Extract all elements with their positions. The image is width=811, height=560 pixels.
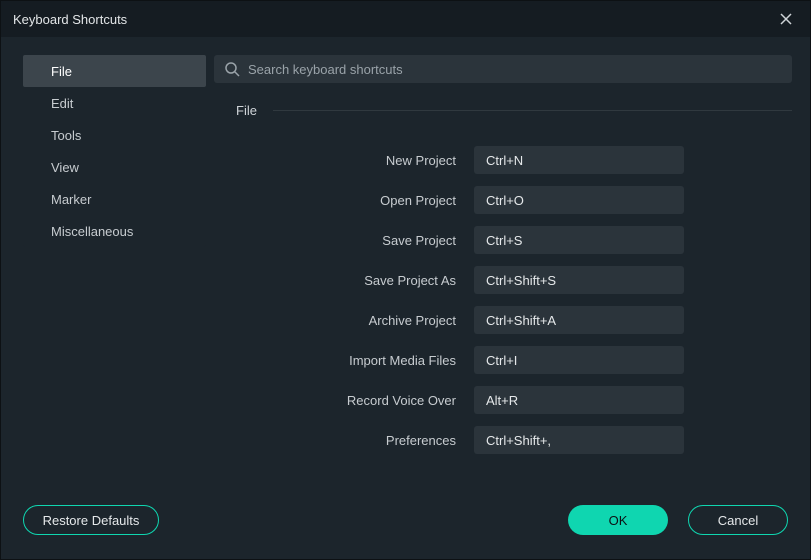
- shortcut-label: Preferences: [214, 433, 474, 448]
- sidebar-item-label: Miscellaneous: [51, 224, 133, 239]
- search-icon: [224, 61, 240, 77]
- section-divider: [273, 110, 792, 111]
- sidebar-item-edit[interactable]: Edit: [23, 87, 206, 119]
- sidebar-item-label: View: [51, 160, 79, 175]
- shortcut-value: Ctrl+Shift+,: [486, 433, 551, 448]
- category-sidebar: File Edit Tools View Marker Miscellaneous: [1, 55, 206, 489]
- sidebar-item-marker[interactable]: Marker: [23, 183, 206, 215]
- shortcut-label: Open Project: [214, 193, 474, 208]
- shortcut-row: New Project Ctrl+N: [214, 146, 792, 174]
- shortcut-input[interactable]: Alt+R: [474, 386, 684, 414]
- shortcut-label: Save Project As: [214, 273, 474, 288]
- shortcut-rows: New Project Ctrl+N Open Project Ctrl+O Save …: [214, 146, 792, 454]
- shortcut-label: Archive Project: [214, 313, 474, 328]
- dialog-title: Keyboard Shortcuts: [13, 12, 127, 27]
- shortcut-value: Alt+R: [486, 393, 518, 408]
- shortcut-row: Save Project Ctrl+S: [214, 226, 792, 254]
- main-panel: File New Project Ctrl+N Open Project Ctrl+O…: [206, 55, 810, 489]
- restore-defaults-label: Restore Defaults: [43, 513, 140, 528]
- close-icon: [780, 13, 792, 25]
- shortcut-row: Preferences Ctrl+Shift+,: [214, 426, 792, 454]
- shortcut-input[interactable]: Ctrl+Shift+A: [474, 306, 684, 334]
- shortcut-label: Save Project: [214, 233, 474, 248]
- shortcut-input[interactable]: Ctrl+O: [474, 186, 684, 214]
- shortcut-label: Import Media Files: [214, 353, 474, 368]
- section-header: File: [214, 103, 792, 118]
- shortcut-row: Archive Project Ctrl+Shift+A: [214, 306, 792, 334]
- sidebar-item-miscellaneous[interactable]: Miscellaneous: [23, 215, 206, 247]
- shortcut-input[interactable]: Ctrl+S: [474, 226, 684, 254]
- category-list: File Edit Tools View Marker Miscellaneous: [23, 55, 206, 247]
- sidebar-item-label: File: [51, 64, 72, 79]
- search-bar[interactable]: [214, 55, 792, 83]
- cancel-button[interactable]: Cancel: [688, 505, 788, 535]
- shortcut-row: Save Project As Ctrl+Shift+S: [214, 266, 792, 294]
- shortcut-row: Open Project Ctrl+O: [214, 186, 792, 214]
- restore-defaults-button[interactable]: Restore Defaults: [23, 505, 159, 535]
- shortcut-value: Ctrl+Shift+A: [486, 313, 556, 328]
- shortcut-value: Ctrl+O: [486, 193, 524, 208]
- ok-button[interactable]: OK: [568, 505, 668, 535]
- sidebar-item-tools[interactable]: Tools: [23, 119, 206, 151]
- keyboard-shortcuts-dialog: Keyboard Shortcuts File Edit Tools View Mark…: [0, 0, 811, 560]
- sidebar-item-file[interactable]: File: [23, 55, 206, 87]
- shortcut-value: Ctrl+S: [486, 233, 522, 248]
- shortcut-input[interactable]: Ctrl+Shift+,: [474, 426, 684, 454]
- sidebar-item-view[interactable]: View: [23, 151, 206, 183]
- dialog-body: File Edit Tools View Marker Miscellaneous Fil…: [1, 37, 810, 489]
- shortcut-input[interactable]: Ctrl+Shift+S: [474, 266, 684, 294]
- shortcut-value: Ctrl+I: [486, 353, 517, 368]
- cancel-label: Cancel: [718, 513, 758, 528]
- shortcut-input[interactable]: Ctrl+I: [474, 346, 684, 374]
- sidebar-item-label: Edit: [51, 96, 73, 111]
- ok-label: OK: [609, 513, 628, 528]
- shortcut-row: Record Voice Over Alt+R: [214, 386, 792, 414]
- search-input[interactable]: [248, 62, 782, 77]
- shortcut-scroll-area: File New Project Ctrl+N Open Project Ctrl+O…: [214, 103, 792, 489]
- shortcut-label: Record Voice Over: [214, 393, 474, 408]
- shortcut-label: New Project: [214, 153, 474, 168]
- shortcut-row: Import Media Files Ctrl+I: [214, 346, 792, 374]
- dialog-footer: Restore Defaults OK Cancel: [1, 489, 810, 559]
- shortcut-input[interactable]: Ctrl+N: [474, 146, 684, 174]
- section-title: File: [236, 103, 273, 118]
- shortcut-value: Ctrl+N: [486, 153, 523, 168]
- sidebar-item-label: Marker: [51, 192, 91, 207]
- sidebar-item-label: Tools: [51, 128, 81, 143]
- titlebar: Keyboard Shortcuts: [1, 1, 810, 37]
- shortcut-value: Ctrl+Shift+S: [486, 273, 556, 288]
- close-button[interactable]: [770, 1, 802, 37]
